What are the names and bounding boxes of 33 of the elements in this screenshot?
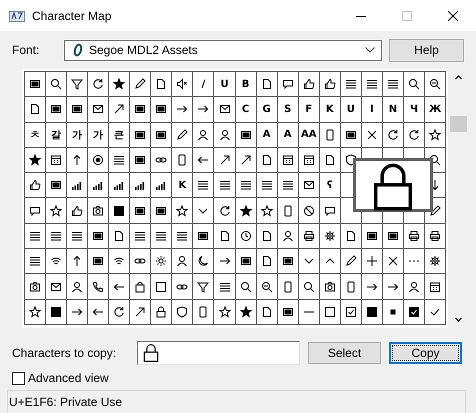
glyph-cell[interactable]: A <box>256 122 277 147</box>
glyph-cell[interactable]: F <box>298 97 319 122</box>
status-text: U+E1F6: Private Use <box>9 394 122 408</box>
glyph-cell[interactable]: K <box>172 173 192 198</box>
glyph-cell[interactable]: I <box>362 97 382 122</box>
glyph-cell[interactable]: S <box>278 97 298 122</box>
glyph-cell[interactable]: 갈 <box>46 122 66 147</box>
glyph-cell[interactable]: / <box>193 72 214 96</box>
glyph-cell[interactable]: ㅊ <box>25 122 46 147</box>
glyph-cell[interactable]: Ж <box>425 97 446 122</box>
glyph-cell[interactable]: AA <box>298 122 319 147</box>
help-button[interactable]: Help <box>389 38 464 62</box>
glyph-cell[interactable]: 큰 <box>109 122 130 147</box>
glyph-cell[interactable]: 가 <box>67 122 88 147</box>
font-dropdown[interactable]: Segoe MDL2 Assets <box>64 40 382 60</box>
glyph-cell[interactable]: K <box>320 97 340 122</box>
glyph-cell[interactable]: ʕ <box>320 173 340 198</box>
window-title: Character Map <box>32 8 112 22</box>
glyph-cell[interactable]: U <box>340 97 361 122</box>
glyph-cell[interactable]: U <box>214 72 235 96</box>
select-button[interactable]: Select <box>308 342 381 364</box>
glyph-cell[interactable]: N <box>382 97 403 122</box>
glyph-cell[interactable]: A <box>278 122 298 147</box>
glyph-cell[interactable]: Ч <box>404 97 424 122</box>
glyph-cell[interactable]: G <box>256 97 277 122</box>
glyph-cell[interactable]: B <box>236 72 256 96</box>
copy-label: Characters to copy: <box>12 346 118 360</box>
font-value: Segoe MDL2 Assets <box>89 43 199 57</box>
font-label: Font: <box>12 43 40 57</box>
advanced-view-label[interactable]: Advanced view <box>28 371 109 385</box>
glyph-cell[interactable]: C <box>236 97 256 122</box>
copy-button[interactable]: Copy <box>389 342 462 364</box>
glyph-cell[interactable]: 가 <box>88 122 108 147</box>
